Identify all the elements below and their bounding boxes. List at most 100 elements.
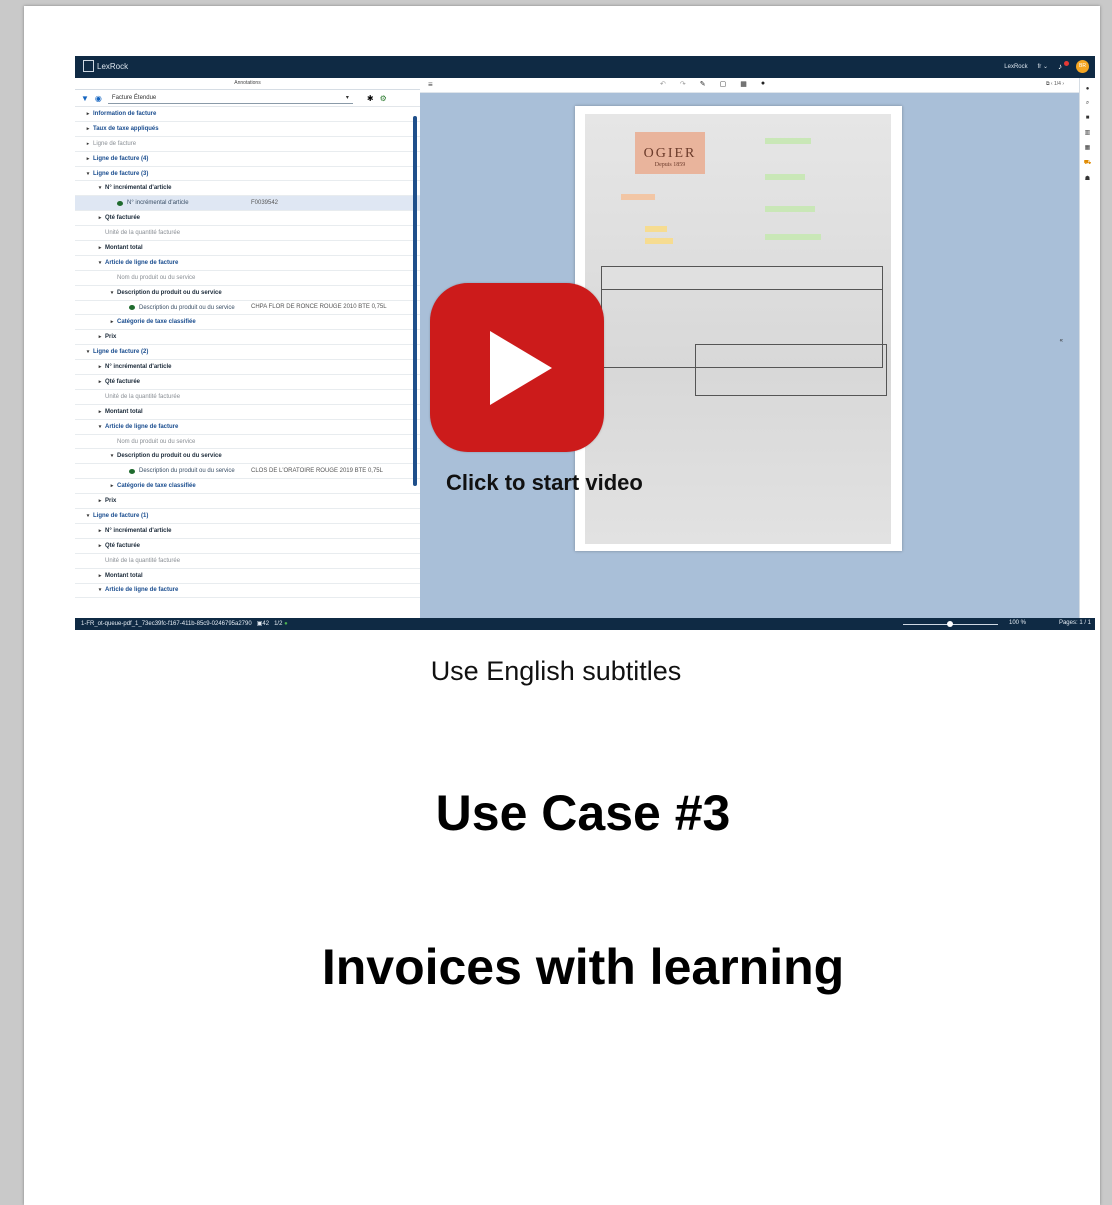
tree-item[interactable]: ▾ Description du produit ou du service xyxy=(75,449,420,465)
tree-item[interactable]: ▾ Article de ligne de facture xyxy=(75,584,420,599)
expand-arrow-icon[interactable]: ▸ xyxy=(95,245,105,251)
tree-item[interactable]: ▾ Article de ligne de facture xyxy=(75,420,420,435)
expand-arrow-icon[interactable]: ▾ xyxy=(107,290,117,296)
gear-icon[interactable]: ✱ xyxy=(367,94,374,103)
truck-icon[interactable]: ⛟ xyxy=(1080,159,1095,167)
template-select[interactable]: Facture Étendue ▾ xyxy=(107,93,353,104)
expand-arrow-icon[interactable]: ▸ xyxy=(107,483,117,489)
tree-item-label: N° incrémental d'article xyxy=(105,185,172,192)
tree-item[interactable]: ▸ Catégorie de taxe classifiée xyxy=(75,315,420,331)
tree-item[interactable]: Unité de la quantité facturée xyxy=(75,390,420,405)
search-icon[interactable]: ⌕ xyxy=(1080,100,1095,107)
notification-dot xyxy=(1064,60,1069,66)
tree-item[interactable]: Description du produit ou du service CLOS… xyxy=(75,464,420,480)
filter-icon[interactable]: ▼ xyxy=(81,94,89,103)
expand-arrow-icon[interactable]: ▾ xyxy=(95,260,105,266)
tree-item-value[interactable]: F0039542 xyxy=(251,200,391,207)
tree-item[interactable]: ▸ Montant total xyxy=(75,241,420,256)
eye-icon[interactable]: ◉ xyxy=(95,94,102,103)
expand-arrow-icon[interactable]: ▸ xyxy=(95,409,105,415)
comments-icon[interactable]: ● xyxy=(761,80,765,88)
chart-icon[interactable]: ▥ xyxy=(1080,129,1095,136)
tree-item[interactable]: ▸ Taux de taxe appliqués xyxy=(75,122,420,137)
page-indicator[interactable]: ⧉ ‹ 1/4 › xyxy=(1046,81,1064,87)
tree-item[interactable]: Nom du produit ou du service xyxy=(75,435,420,450)
menu-icon[interactable]: ≡ xyxy=(428,80,433,89)
user-label[interactable]: LexRock xyxy=(1004,64,1027,70)
tree-item[interactable]: ▸ Ligne de facture (4) xyxy=(75,152,420,167)
tree-item[interactable]: ▸ Information de facture xyxy=(75,107,420,122)
expand-arrow-icon[interactable]: ▸ xyxy=(83,156,93,162)
video-thumbnail[interactable]: LexRock LexRock fr ⌄ ♪ BR Annotations ▼ … xyxy=(75,56,1095,630)
notification-bell-icon[interactable]: ♪ xyxy=(1058,60,1069,71)
tree-item-label: Unité de la quantité facturée xyxy=(105,230,181,237)
tree-item-label: Catégorie de taxe classifiée xyxy=(117,319,196,326)
redo-icon[interactable]: ↷ xyxy=(680,80,686,88)
expand-arrow-icon[interactable]: ▸ xyxy=(83,141,93,147)
tree-item[interactable]: ▸ Ligne de facture xyxy=(75,137,420,152)
tree-item[interactable]: ▾ Ligne de facture (2) xyxy=(75,345,420,361)
tree-item[interactable]: ▸ Prix xyxy=(75,330,420,346)
tree-scrollbar[interactable] xyxy=(413,116,417,486)
learning-icon[interactable]: ⚙ xyxy=(380,94,387,103)
expand-arrow-icon[interactable]: ▾ xyxy=(95,185,105,191)
tree-item[interactable]: ▸ Montant total xyxy=(75,569,420,584)
info-icon[interactable]: ● xyxy=(1080,86,1095,92)
tree-item[interactable]: ▸ N° incrémental d'article xyxy=(75,360,420,376)
expand-arrow-icon[interactable]: ▾ xyxy=(83,513,93,519)
comment-icon[interactable]: ■ xyxy=(1080,115,1095,121)
tree-item-label: Description du produit ou du service xyxy=(139,304,235,311)
tree-item[interactable]: Unité de la quantité facturée xyxy=(75,226,420,242)
tree-item[interactable]: ▸ N° incrémental d'article xyxy=(75,524,420,539)
play-button[interactable] xyxy=(430,283,604,452)
expand-arrow-icon[interactable]: ▾ xyxy=(83,171,93,177)
tree-item[interactable]: ▾ Ligne de facture (1) xyxy=(75,509,420,524)
expand-arrow-icon[interactable]: ▾ xyxy=(83,349,93,355)
expand-arrow-icon[interactable]: ▸ xyxy=(95,334,105,340)
expand-arrow-icon[interactable]: ▸ xyxy=(95,364,105,370)
tree-item[interactable]: Nom du produit ou du service xyxy=(75,271,420,286)
tree-item[interactable]: ▸ Montant total xyxy=(75,405,420,420)
table-icon[interactable]: ▦ xyxy=(740,80,747,88)
tree-item[interactable]: Description du produit ou du service CHPA… xyxy=(75,301,420,316)
learned-field-icon xyxy=(129,468,135,474)
expand-arrow-icon[interactable]: ▸ xyxy=(95,379,105,385)
pen-icon[interactable]: ✎ xyxy=(700,80,706,88)
highlight-tag xyxy=(765,138,811,144)
tree-item-label: Nom du produit ou du service xyxy=(117,274,196,281)
avatar[interactable]: BR xyxy=(1076,60,1089,73)
expand-arrow-icon[interactable]: ▸ xyxy=(95,215,105,221)
language-select[interactable]: fr ⌄ xyxy=(1038,63,1048,70)
tree-item[interactable]: ▸ Catégorie de taxe classifiée xyxy=(75,479,420,495)
expand-arrow-icon[interactable]: ▾ xyxy=(95,424,105,430)
box-select-icon[interactable]: ▢ xyxy=(720,80,727,88)
expand-arrow-icon[interactable]: ▸ xyxy=(95,573,105,579)
tree-item[interactable]: ▾ Article de ligne de facture xyxy=(75,256,420,271)
tree-item[interactable]: ▸ Qté facturée xyxy=(75,539,420,554)
robot-icon[interactable]: ☗ xyxy=(1080,175,1095,182)
tree-item[interactable]: Unité de la quantité facturée xyxy=(75,554,420,569)
expand-arrow-icon[interactable]: ▸ xyxy=(83,126,93,132)
expand-arrow-icon[interactable]: ▸ xyxy=(107,319,117,325)
tree-item[interactable]: N° incrémental d'article F0039542 xyxy=(75,196,420,212)
grid-icon[interactable]: ▦ xyxy=(1080,144,1095,151)
tree-item-value[interactable]: CHPA FLOR DE RONCE ROUGE 2010 BTE 0,75L xyxy=(251,304,391,311)
tree-item[interactable]: ▸ Qté facturée xyxy=(75,375,420,390)
expand-arrow-icon[interactable]: ▸ xyxy=(95,528,105,534)
tree-item[interactable]: ▾ N° incrémental d'article xyxy=(75,181,420,197)
zoom-slider-handle[interactable] xyxy=(947,621,953,627)
undo-icon[interactable]: ↶ xyxy=(660,80,666,88)
expand-arrow-icon[interactable]: ▸ xyxy=(83,111,93,117)
expand-arrow-icon[interactable]: ▸ xyxy=(95,498,105,504)
tree-item[interactable]: ▸ Qté facturée xyxy=(75,211,420,227)
expand-arrow-icon[interactable]: ▾ xyxy=(107,453,117,459)
tree-item[interactable]: ▸ Prix xyxy=(75,494,420,510)
expand-arrow-icon[interactable]: ▸ xyxy=(95,543,105,549)
play-caption[interactable]: Click to start video xyxy=(446,470,643,496)
tree-item[interactable]: ▾ Ligne de facture (3) xyxy=(75,167,420,182)
expand-arrow-icon[interactable]: ▾ xyxy=(95,587,105,593)
tree-item-value[interactable]: CLOS DE L'ORATOIRE ROUGE 2019 BTE 0,75L xyxy=(251,468,391,475)
tree-item[interactable]: ▾ Description du produit ou du service xyxy=(75,286,420,301)
collapse-icon[interactable]: « xyxy=(1060,338,1063,344)
highlight-tag xyxy=(765,206,815,212)
